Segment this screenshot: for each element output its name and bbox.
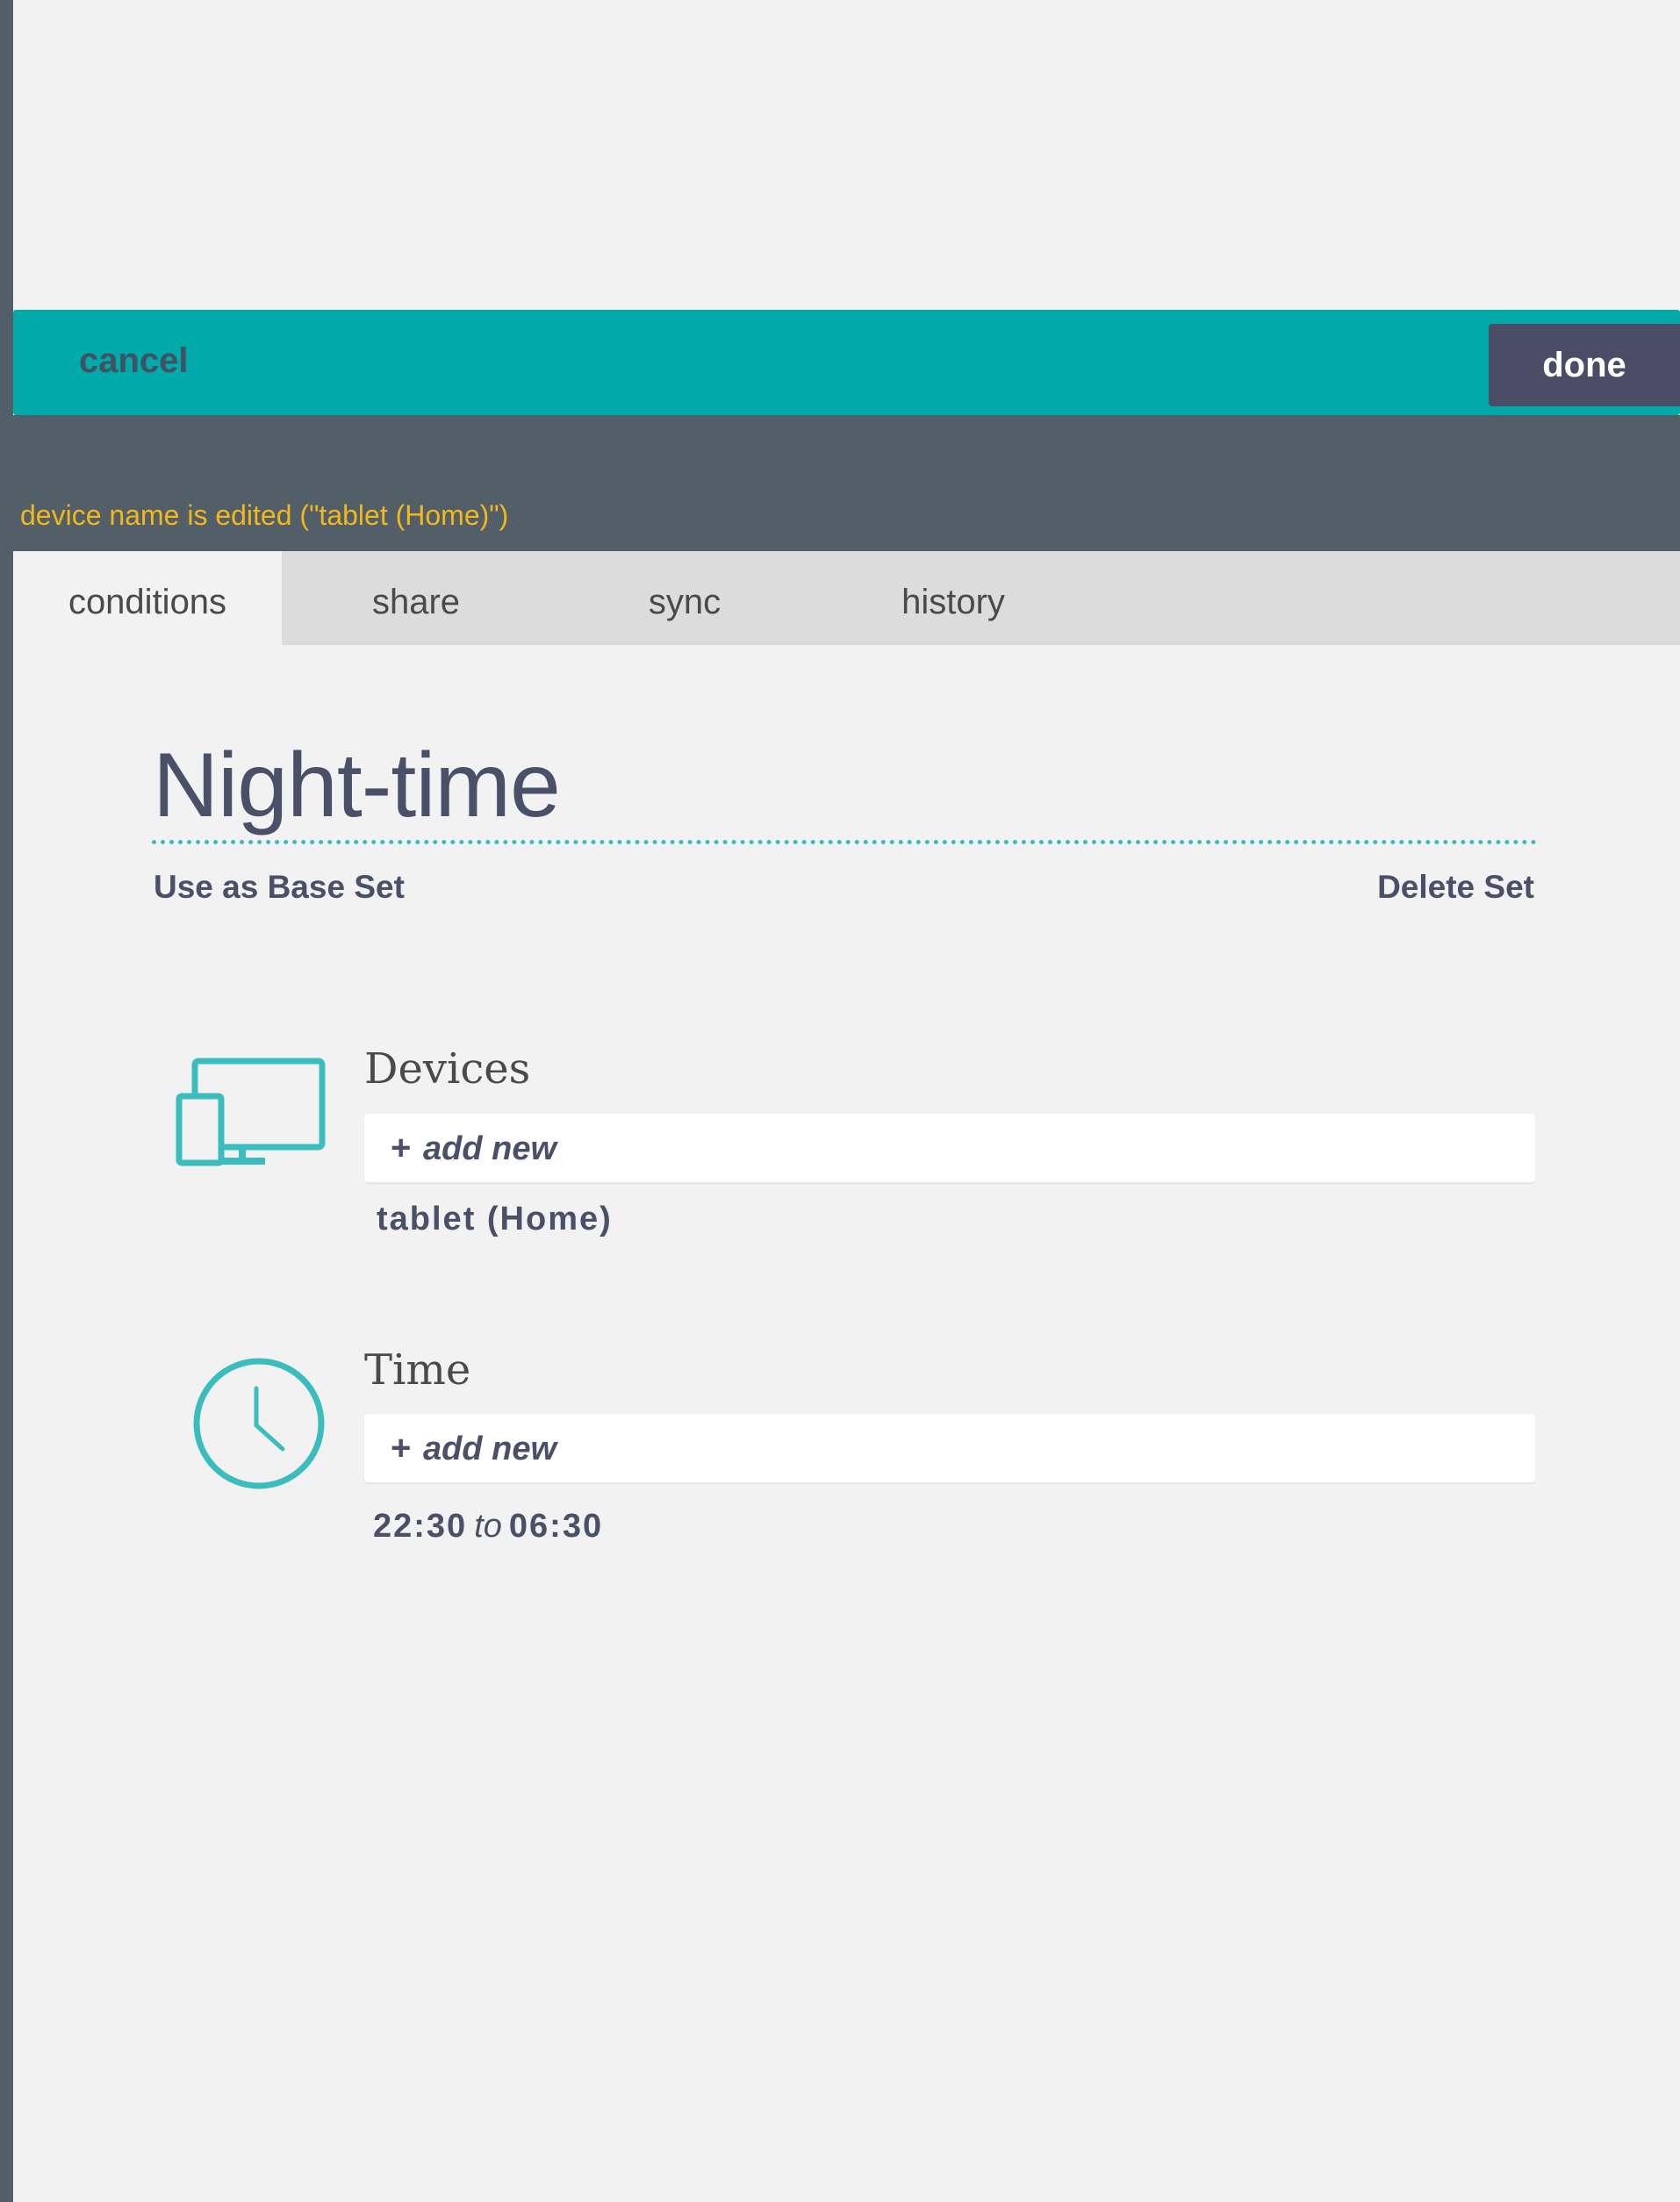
time-range[interactable]: 22:30 to 06:30 xyxy=(373,1508,603,1546)
use-as-base-set-button[interactable]: Use as Base Set xyxy=(154,869,405,906)
clock-icon xyxy=(193,1358,325,1489)
add-device-button[interactable]: + add new xyxy=(364,1114,1535,1182)
tab-sync[interactable]: sync xyxy=(550,551,819,645)
time-heading: Time xyxy=(364,1345,471,1395)
delete-set-button[interactable]: Delete Set xyxy=(1377,869,1534,906)
title-underline xyxy=(152,840,1537,844)
tab-conditions[interactable]: conditions xyxy=(13,551,282,645)
plus-icon: + xyxy=(391,1129,412,1167)
add-device-label: add new xyxy=(423,1130,557,1167)
set-title[interactable]: Night-time xyxy=(153,735,561,836)
plus-icon: + xyxy=(391,1429,412,1467)
left-rail xyxy=(0,0,13,2202)
tab-share[interactable]: share xyxy=(282,551,550,645)
action-bar: cancel done xyxy=(13,310,1680,415)
done-button[interactable]: done xyxy=(1489,324,1680,406)
add-time-button[interactable]: + add new xyxy=(364,1414,1535,1482)
tab-bar: conditions share sync history xyxy=(13,551,1680,645)
devices-icon xyxy=(176,1058,326,1166)
device-item[interactable]: tablet (Home) xyxy=(377,1201,613,1238)
time-start: 22:30 xyxy=(373,1508,468,1545)
tab-history[interactable]: history xyxy=(819,551,1088,645)
add-time-label: add new xyxy=(423,1431,557,1467)
cancel-button[interactable]: cancel xyxy=(79,310,189,415)
notice-band: device name is edited ("tablet (Home)") xyxy=(13,415,1680,551)
time-connector: to xyxy=(474,1508,502,1545)
edit-notice: device name is edited ("tablet (Home)") xyxy=(20,499,509,531)
time-end: 06:30 xyxy=(508,1508,604,1545)
devices-heading: Devices xyxy=(364,1044,531,1094)
